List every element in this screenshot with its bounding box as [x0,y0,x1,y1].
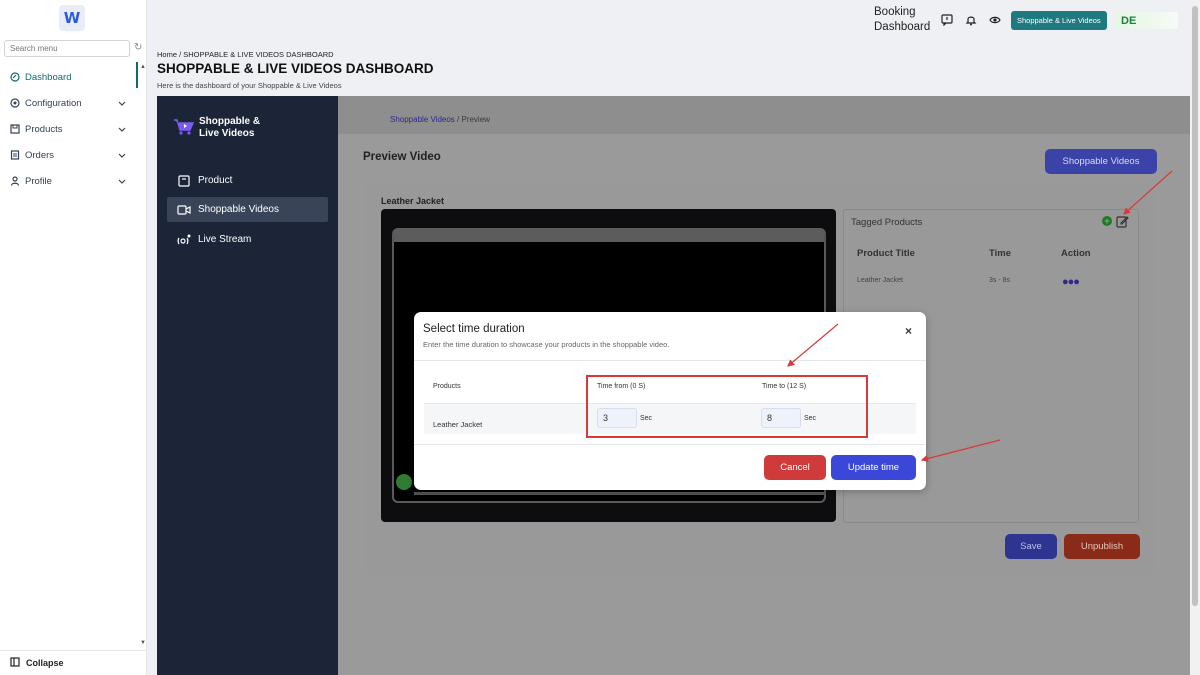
gear-icon [9,98,20,109]
app-nav-label: Product [198,175,233,186]
chat-icon[interactable] [941,13,953,27]
app-nav-shoppable-videos[interactable]: Shoppable Videos [167,197,328,222]
shoppable-live-videos-button[interactable]: Shoppable & Live Videos [1011,11,1107,30]
app-nav-live-stream[interactable]: Live Stream [167,227,328,252]
sidebar-nav: Dashboard Configuration Products Orders [0,64,140,194]
shoppable-videos-button[interactable]: Shoppable Videos [1045,149,1157,174]
cancel-button[interactable]: Cancel [764,455,826,480]
preview-video-title: Preview Video [363,151,441,163]
time-duration-modal: Select time duration Enter the time dura… [414,312,926,490]
sidebar-item-label: Orders [25,149,55,161]
edit-icon[interactable] [1116,215,1129,228]
column-header-products: Products [433,383,461,390]
chevron-down-icon [118,177,126,188]
breadcrumb-current: Preview [461,115,490,124]
top-bar: Booking Dashboard Shoppable & Live Video… [147,0,1200,40]
more-actions-icon[interactable]: ●●● [1062,276,1080,288]
eye-icon[interactable] [989,13,1001,25]
app-brand-line2: Live Videos [199,128,255,139]
unpublish-button[interactable]: Unpublish [1064,534,1140,559]
scroll-down-icon[interactable]: ▼ [140,640,146,646]
sidebar-item-dashboard[interactable]: Dashboard [0,64,140,90]
modal-subtitle: Enter the time duration to showcase your… [423,340,670,349]
bell-icon[interactable] [965,13,977,26]
sidebar-item-products[interactable]: Products [0,116,140,142]
tagged-products-title: Tagged Products [851,217,923,228]
breadcrumb-link-shoppable-videos[interactable]: Shoppable Videos [390,115,455,124]
app-nav-product[interactable]: Product [167,168,328,193]
logo-mark: W [63,9,81,27]
box-icon [9,124,20,135]
modal-product-name: Leather Jacket [433,420,483,429]
add-tag-icon[interactable]: + [1102,216,1112,226]
chevron-down-icon [118,125,126,136]
video-icon [177,204,191,216]
user-avatar[interactable]: DE [1116,12,1178,29]
page-title: SHOPPABLE & LIVE VIDEOS DASHBOARD [157,61,434,76]
column-header-time: Time [989,248,1012,259]
app-sidebar: Shoppable & Live Videos Product Shoppabl… [157,96,338,675]
chevron-down-icon [118,99,126,110]
app-brand-line1: Shoppable & [199,116,261,127]
dashboard-icon [9,72,20,83]
sidebar-item-label: Configuration [25,97,82,109]
breadcrumb: Home / SHOPPABLE & LIVE VIDEOS DASHBOARD [157,50,334,59]
collapse-icon [10,657,20,669]
app-breadcrumb: Shoppable Videos / Preview [390,115,490,124]
sidebar-item-configuration[interactable]: Configuration [0,90,140,116]
page-subtitle: Here is the dashboard of your Shoppable … [157,81,342,90]
sidebar-item-profile[interactable]: Profile [0,168,140,194]
scroll-up-icon[interactable]: ▲ [140,64,146,70]
save-button[interactable]: Save [1005,534,1057,559]
play-icon[interactable] [396,474,412,490]
app-nav-label: Shoppable Videos [198,204,279,215]
collapse-label: Collapse [26,658,64,668]
chevron-down-icon [118,151,126,162]
page-scrollbar-thumb[interactable] [1192,6,1198,606]
modal-title: Select time duration [423,323,525,335]
booking-dashboard-link[interactable]: Booking Dashboard [874,5,938,35]
modal-footer-divider [414,444,926,445]
video-title: Leather Jacket [381,196,445,206]
video-progress-bar[interactable] [414,492,824,495]
collapse-button[interactable]: Collapse [0,650,147,675]
column-header-product-title: Product Title [857,248,915,259]
product-icon [177,174,191,187]
live-stream-icon [177,234,191,246]
user-icon [9,176,20,187]
sidebar-item-orders[interactable]: Orders [0,142,140,168]
sidebar-item-label: Profile [25,175,52,187]
shopping-cart-logo-icon [173,118,195,136]
modal-divider [414,360,926,361]
column-header-action: Action [1061,248,1091,259]
close-icon[interactable]: × [905,324,912,338]
app-nav-label: Live Stream [198,234,252,245]
refresh-icon[interactable]: ↻ [134,42,142,53]
app-logo[interactable]: W [59,5,85,31]
annotation-highlight-box [586,375,868,438]
app-brand: Shoppable & Live Videos [199,116,260,140]
orders-icon [9,150,20,161]
search-menu-input[interactable] [4,40,130,57]
tagged-product-title: Leather Jacket [857,277,903,284]
sidebar-item-label: Products [25,123,63,135]
main-sidebar: W ↻ ▲ Dashboard Configuration Products [0,0,147,675]
tagged-product-time: 3s - 8s [989,277,1011,284]
sidebar-item-label: Dashboard [25,71,72,83]
update-time-button[interactable]: Update time [831,455,916,480]
